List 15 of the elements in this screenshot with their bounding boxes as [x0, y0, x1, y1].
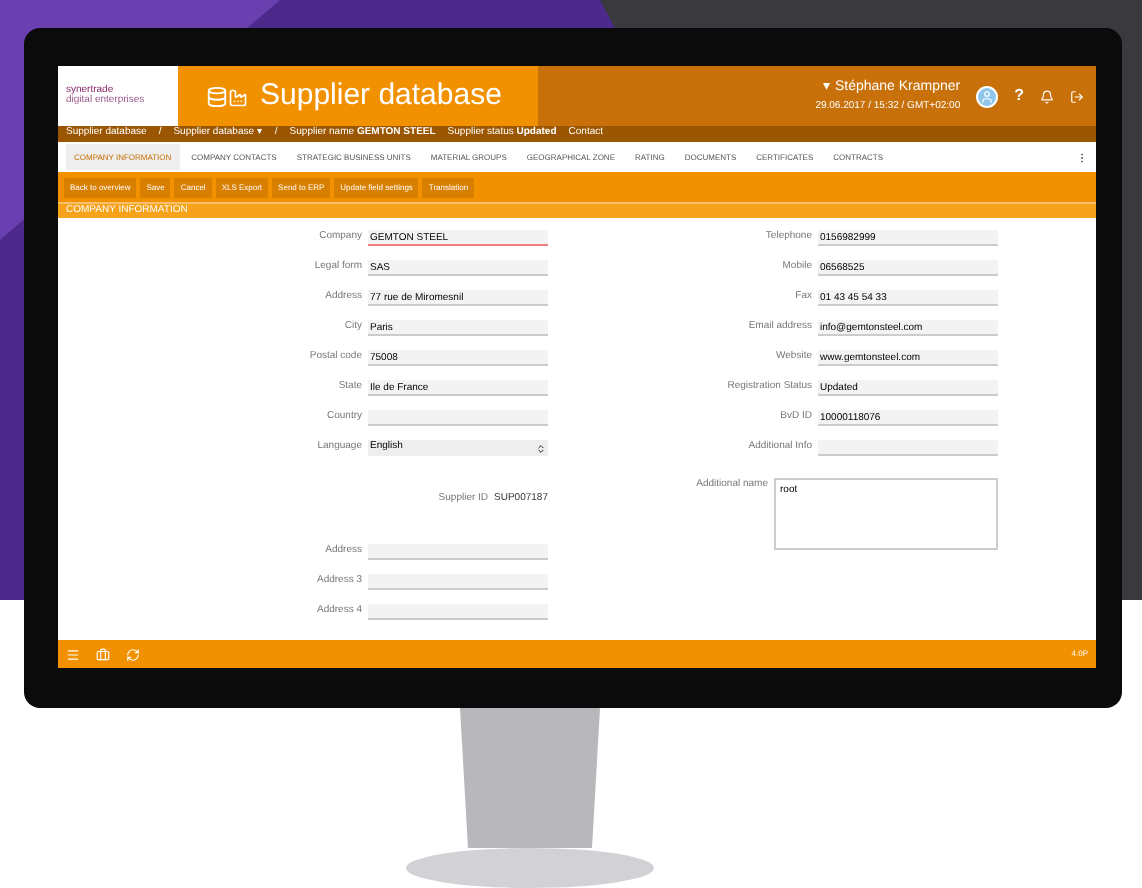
text-field[interactable]: [818, 440, 998, 456]
text-field[interactable]: [368, 543, 548, 559]
select-arrow-icon: [536, 443, 546, 453]
text-field[interactable]: [368, 410, 548, 426]
logout-icon[interactable]: [1070, 89, 1084, 103]
database-factory-icon: [206, 85, 248, 107]
menu-icon[interactable]: [66, 647, 80, 661]
help-button[interactable]: ?: [1014, 84, 1024, 108]
app-title: Supplier database: [260, 75, 502, 116]
refresh-icon[interactable]: [126, 647, 140, 661]
briefcase-icon[interactable]: [96, 647, 110, 661]
bell-icon[interactable]: [1040, 89, 1054, 103]
text-field[interactable]: [368, 573, 548, 589]
avatar-icon[interactable]: [976, 85, 999, 107]
text-field[interactable]: [368, 603, 548, 619]
